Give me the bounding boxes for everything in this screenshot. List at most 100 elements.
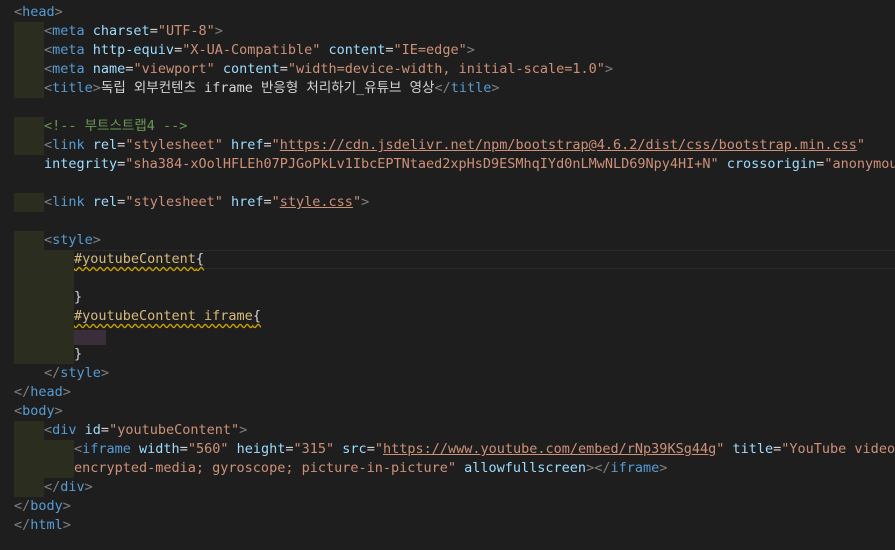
token: > [92,80,101,96]
token: style [52,232,93,248]
token: { [252,308,261,324]
token: < [44,137,53,153]
code-line-26: </div> [44,478,93,497]
code-line-24: <iframe width="560" height="315" src="ht… [74,440,895,459]
token: name [84,61,126,77]
token: < [44,194,53,210]
token: = [100,422,110,438]
token: link [52,194,85,210]
token: > [361,194,370,210]
token: = [279,61,288,77]
token: div [52,422,77,438]
code-line-25: encrypted-media; gyroscope; picture-in-p… [74,459,667,478]
link-url[interactable]: style.css [280,194,353,210]
token: allowfullscreen [456,460,587,476]
token: http-equiv [84,42,175,58]
code-line-22: <body> [14,402,63,421]
indent-guide-block [14,117,44,155]
token: title [450,80,492,96]
token: > [466,42,475,58]
token: div [60,479,85,495]
code-line-17: #youtubeContent iframe{ [74,307,261,326]
token: head [30,384,63,400]
code-line-27: </body> [14,497,71,516]
indent-guide-block [14,193,44,212]
token: "YouTube video playe [781,441,895,457]
code-line-4: <meta name="viewport" content="width=dev… [44,60,613,79]
token: integrity [44,156,118,172]
token: < [44,23,53,39]
link-url[interactable]: https://www.youtube.com/embed/rNp39KSg44… [383,441,716,457]
token: meta [52,61,85,77]
token: "stylesheet" [125,137,223,153]
token: } [74,289,83,305]
token: > [62,498,71,514]
token: = [263,137,272,153]
token: "youtubeContent" [109,422,240,438]
token: meta [52,42,85,58]
token: </ [44,479,61,495]
token: < [14,4,23,20]
token: = [179,441,188,457]
token: html [30,517,63,533]
token: > [604,61,614,77]
token: } [74,346,83,362]
token: charset [84,23,150,39]
token: < [44,61,53,77]
token: > [239,422,248,438]
link-url[interactable]: https://cdn.jsdelivr.net/npm/bootstrap@4… [280,137,857,153]
token: </ [14,498,31,514]
token: </ [44,365,61,381]
token: </ [594,460,611,476]
token: head [22,4,55,20]
token: > [92,232,101,248]
token: content [214,61,280,77]
token: > [84,479,93,495]
token: 독립 외부컨텐츠 iframe 반응형 처리하기_유튜브 영상 [100,80,435,96]
token: " [352,194,362,210]
token: rel [84,194,118,210]
token: = [174,42,183,58]
token: "X-UA-Compatible" [182,42,321,58]
token: " [271,194,280,210]
code-editor[interactable]: <head> <meta charset="UTF-8"> <meta http… [0,0,895,550]
token: <!-- 부트스트랩4 --> [44,118,188,134]
token: title [52,80,93,96]
token: " [374,441,383,457]
token: > [100,365,110,381]
token: crossorigin [718,156,817,172]
code-line-8: <link rel="stylesheet" href="https://cdn… [44,136,865,155]
code-line-2: <meta charset="UTF-8"> [44,22,223,41]
token: > [586,460,595,476]
token: link [52,137,85,153]
token: body [22,403,55,419]
token: meta [52,23,85,39]
token: title [724,441,774,457]
code-line-19: } [74,345,82,364]
token: " [271,137,280,153]
token: < [14,403,23,419]
token: < [44,42,53,58]
token: < [44,232,53,248]
token: width [130,441,180,457]
token: > [54,4,63,20]
token: = [285,441,294,457]
code-line-1: <head> [14,3,63,22]
indent-guide-block [14,421,44,497]
token: "315" [293,441,335,457]
token: "560" [187,441,229,457]
code-line-5: <title>독립 외부컨텐츠 iframe 반응형 처리하기_유튜브 영상</… [44,79,499,98]
token: = [385,42,394,58]
selection-highlight [74,330,106,345]
token: id [76,422,101,438]
token: style [60,365,101,381]
token: src [334,441,367,457]
token: > [54,403,63,419]
code-line-13: <style> [44,231,101,250]
indent-guide-block [44,440,74,478]
token: { [195,251,205,267]
token: content [320,42,386,58]
code-line-20: </style> [44,364,109,383]
code-line-16: } [74,288,82,307]
token: "stylesheet" [125,194,223,210]
